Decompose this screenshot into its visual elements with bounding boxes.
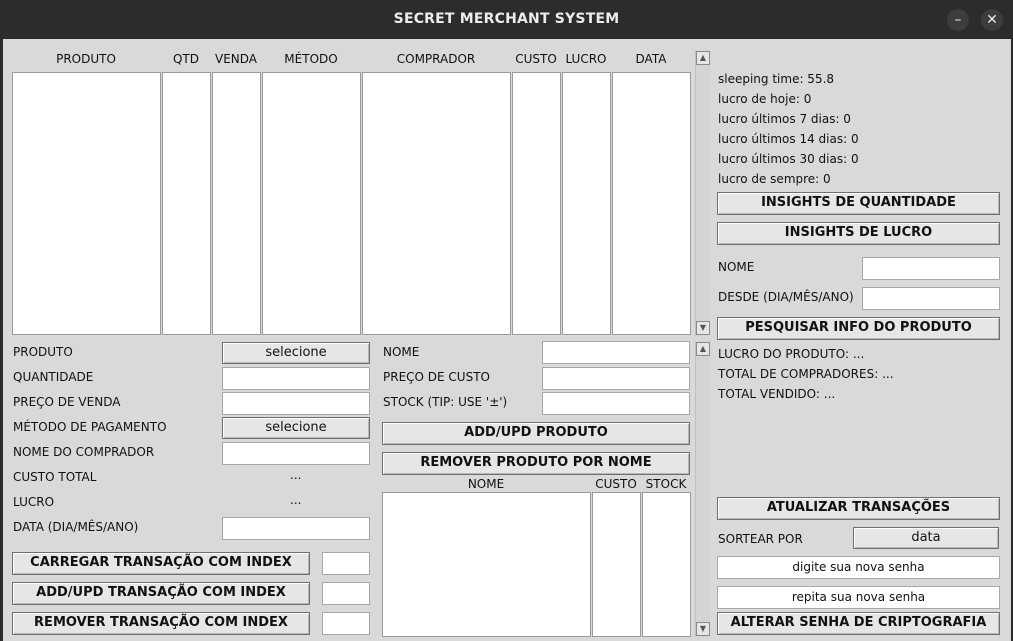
addupd-index-input[interactable] [322, 582, 370, 605]
main-content: PRODUTO QTD VENDA MÉTODO COMPRADOR CUSTO… [3, 39, 1011, 641]
scroll-up-icon[interactable]: ▲ [696, 342, 710, 356]
listbox-data[interactable] [612, 72, 691, 335]
col-header-comprador: COMPRADOR [396, 52, 476, 66]
insights-lucro-button[interactable]: INSIGHTS DE LUCRO [717, 222, 1000, 245]
products-scrollbar[interactable]: ▲ ▼ [695, 341, 710, 637]
carregar-transacao-button[interactable]: CARREGAR TRANSAÇÃO COM INDEX [12, 552, 310, 575]
scroll-down-icon[interactable]: ▼ [696, 622, 710, 636]
listbox-lucro[interactable] [562, 72, 611, 335]
pesquisar-produto-button[interactable]: PESQUISAR INFO DO PRODUTO [717, 317, 1000, 340]
data-input[interactable] [222, 517, 370, 540]
custo-total-label: CUSTO TOTAL [13, 470, 97, 484]
sortear-select[interactable]: data [853, 527, 999, 549]
data-label: DATA (DIA/MÊS/ANO) [13, 520, 139, 534]
lucro-produto: LUCRO DO PRODUTO: ... [718, 347, 865, 361]
insights-nome-input[interactable] [862, 257, 1000, 280]
total-vendido: TOTAL VENDIDO: ... [718, 387, 836, 401]
lucro-14-dias: lucro últimos 14 dias: 0 [718, 132, 859, 146]
insights-desde-label: DESDE (DIA/MÊS/ANO) [718, 290, 854, 304]
prod-col-header-stock: STOCK [645, 477, 687, 491]
addupd-produto-button[interactable]: ADD/UPD PRODUTO [382, 422, 690, 445]
insights-quantidade-button[interactable]: INSIGHTS DE QUANTIDADE [717, 192, 1000, 215]
lucro-hoje: lucro de hoje: 0 [718, 92, 812, 106]
listbox-prod-stock[interactable] [642, 492, 691, 637]
prod-col-header-custo: CUSTO [595, 477, 637, 491]
produto-nome-label: NOME [383, 345, 420, 359]
listbox-comprador[interactable] [362, 72, 511, 335]
remover-produto-button[interactable]: REMOVER PRODUTO POR NOME [382, 452, 690, 475]
prod-col-header-nome: NOME [467, 477, 505, 491]
scroll-up-icon[interactable]: ▲ [696, 51, 710, 65]
listbox-venda[interactable] [212, 72, 261, 335]
lucro-30-dias: lucro últimos 30 dias: 0 [718, 152, 859, 166]
title-bar: SECRET MERCHANT SYSTEM – ✕ [0, 0, 1013, 38]
col-header-lucro: LUCRO [565, 52, 607, 66]
listbox-custo[interactable] [512, 72, 561, 335]
preco-venda-label: PREÇO DE VENDA [13, 395, 121, 409]
col-header-data: DATA [635, 52, 667, 66]
col-header-qtd: QTD [172, 52, 199, 66]
insights-nome-label: NOME [718, 260, 755, 274]
comprador-label: NOME DO COMPRADOR [13, 445, 155, 459]
col-header-venda: VENDA [214, 52, 257, 66]
custo-total-value: ... [290, 468, 302, 482]
col-header-metodo: MÉTODO [284, 52, 338, 66]
quantidade-input[interactable] [222, 367, 370, 390]
listbox-prod-nome[interactable] [382, 492, 591, 637]
quantidade-label: QUANTIDADE [13, 370, 94, 384]
repita-senha-input[interactable]: repita sua nova senha [717, 586, 1000, 609]
listbox-qtd[interactable] [162, 72, 211, 335]
carregar-index-input[interactable] [322, 552, 370, 575]
app-window: SECRET MERCHANT SYSTEM – ✕ PRODUTO QTD V… [0, 0, 1013, 641]
preco-venda-input[interactable] [222, 392, 370, 415]
metodo-select[interactable]: selecione [222, 417, 370, 439]
window-title: SECRET MERCHANT SYSTEM [393, 11, 620, 27]
minimize-button[interactable]: – [947, 9, 969, 31]
metodo-label: MÉTODO DE PAGAMENTO [13, 420, 167, 434]
listbox-metodo[interactable] [262, 72, 361, 335]
lucro-sempre: lucro de sempre: 0 [718, 172, 831, 186]
comprador-input[interactable] [222, 442, 370, 465]
remover-transacao-button[interactable]: REMOVER TRANSAÇÃO COM INDEX [12, 612, 310, 635]
remover-index-input[interactable] [322, 612, 370, 635]
nova-senha-input[interactable]: digite sua nova senha [717, 556, 1000, 579]
alterar-senha-button[interactable]: ALTERAR SENHA DE CRIPTOGRAFIA [717, 612, 1000, 635]
atualizar-transacoes-button[interactable]: ATUALIZAR TRANSAÇÕES [717, 497, 1000, 520]
preco-custo-input[interactable] [542, 367, 690, 390]
sleeping-time: sleeping time: 55.8 [718, 72, 835, 86]
transactions-scrollbar[interactable]: ▲ ▼ [695, 50, 710, 336]
lucro-value: ... [290, 493, 302, 507]
stock-input[interactable] [542, 392, 690, 415]
stock-label: STOCK (TIP: USE '±') [383, 395, 508, 409]
produto-nome-input[interactable] [542, 341, 690, 364]
total-compradores: TOTAL DE COMPRADORES: ... [718, 367, 894, 381]
produto-label: PRODUTO [13, 345, 73, 359]
addupd-transacao-button[interactable]: ADD/UPD TRANSAÇÃO COM INDEX [12, 582, 310, 605]
lucro-label: LUCRO [13, 495, 55, 509]
produto-select[interactable]: selecione [222, 342, 370, 364]
insights-desde-input[interactable] [862, 287, 1000, 310]
col-header-custo: CUSTO [515, 52, 557, 66]
col-header-produto: PRODUTO [56, 52, 116, 66]
sortear-label: SORTEAR POR [718, 532, 803, 546]
lucro-7-dias: lucro últimos 7 dias: 0 [718, 112, 851, 126]
scroll-down-icon[interactable]: ▼ [696, 321, 710, 335]
preco-custo-label: PREÇO DE CUSTO [383, 370, 490, 384]
close-button[interactable]: ✕ [981, 9, 1003, 31]
listbox-produto[interactable] [12, 72, 161, 335]
listbox-prod-custo[interactable] [592, 492, 641, 637]
